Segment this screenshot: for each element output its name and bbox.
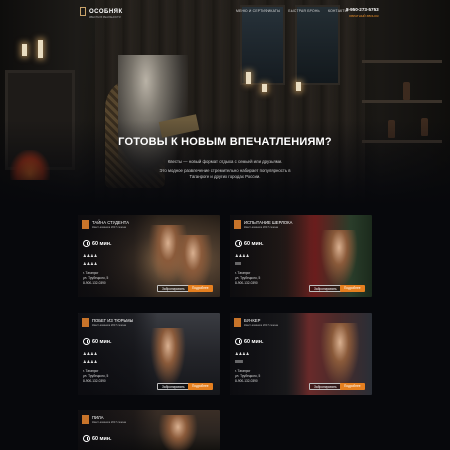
quest-duration: 60 мин.: [235, 240, 264, 247]
quest-subtitle: Квест-комната 2017 сезона: [92, 421, 127, 424]
candle: [38, 40, 43, 58]
book-button[interactable]: Забронировать: [157, 383, 190, 390]
details-button[interactable]: Подробнее: [188, 383, 213, 390]
quest-card[interactable]: ТАЙНА СТУДЕНТА Квест-комната 2017 сезона…: [78, 215, 220, 297]
candle: [246, 72, 251, 84]
quest-badge-icon: [82, 220, 89, 229]
nav-link-menu[interactable]: МЕНЮ И СЕРТИФИКАТЫ: [236, 9, 280, 13]
details-button[interactable]: Подробнее: [340, 285, 365, 292]
logo[interactable]: ОСОБНЯК: [80, 7, 123, 16]
top-nav: ОСОБНЯК КВЕСТЫ В РЕАЛЬНОСТИ МЕНЮ И СЕРТИ…: [0, 0, 450, 22]
logo-mark-icon: [80, 7, 86, 16]
nav-link-contacts[interactable]: КОНТАКТЫ: [328, 9, 348, 13]
quest-city: г. Таганрог: [235, 271, 251, 275]
logo-subtitle: КВЕСТЫ В РЕАЛЬНОСТИ: [89, 16, 121, 19]
quest-subtitle: Квест-комната 2017 сезона: [244, 226, 279, 229]
quest-badge-icon: [234, 318, 241, 327]
players-icons: ♟♟♟♟: [83, 351, 98, 356]
quest-card[interactable]: ПОБЕГ ИЗ ТЮРЬМЫ Квест-комната 2017 сезон…: [78, 313, 220, 395]
duration-text: 60 мин.: [92, 240, 112, 247]
callback-link[interactable]: ОБРАТНЫЙ ЗВОНОК: [349, 14, 379, 18]
duration-text: 60 мин.: [244, 240, 264, 247]
book-button[interactable]: Забронировать: [157, 285, 190, 292]
quest-subtitle: Квест-комната 2017 сезона: [244, 324, 279, 327]
phone-number[interactable]: 8-950-273-5753: [346, 7, 379, 12]
quest-duration: 60 мин.: [83, 435, 112, 442]
candle: [262, 84, 267, 92]
clock-icon: [83, 240, 90, 247]
quest-address: ул. Трубецкого, 5: [83, 374, 109, 378]
difficulty-icons: ⅡⅡⅡⅡ: [235, 359, 243, 364]
quest-city: г. Таганрог: [83, 271, 99, 275]
quest-title: ПИЛА: [92, 415, 104, 420]
quest-address: ул. Трубецкого, 5: [83, 276, 109, 280]
players-icons: ♟♟♟♟: [83, 253, 98, 258]
quest-badge-icon: [234, 220, 241, 229]
quest-card[interactable]: ПИЛА Квест-комната 2017 сезона 60 мин.: [78, 410, 220, 450]
quest-subtitle: Квест-комната 2017 сезона: [92, 226, 127, 229]
quest-title: ТАЙНА СТУДЕНТА: [92, 220, 129, 225]
duration-text: 60 мин.: [92, 435, 112, 442]
quest-phone: 8-900-132-0390: [235, 379, 258, 383]
details-button[interactable]: Подробнее: [188, 285, 213, 292]
quest-badge-icon: [82, 318, 89, 327]
clock-icon: [235, 338, 242, 345]
book-button[interactable]: Забронировать: [309, 285, 342, 292]
difficulty-icons: ⅡⅡⅡ: [235, 261, 241, 266]
quest-title: ИСПЫТАНИЕ ШЕРЛОКА: [244, 220, 293, 225]
clock-icon: [83, 435, 90, 442]
quest-city: г. Таганрог: [83, 369, 99, 373]
quest-city: г. Таганрог: [235, 369, 251, 373]
quest-address: ул. Трубецкого, 5: [235, 276, 261, 280]
quest-address: ул. Трубецкого, 5: [235, 374, 261, 378]
players-icons: ♟♟♟♟: [235, 253, 250, 258]
hero-title: ГОТОВЫ К НОВЫМ ВПЕЧАТЛЕНИЯМ?: [118, 136, 332, 148]
quest-title: БУНКЕР: [244, 318, 261, 323]
quest-phone: 8-900-132-0390: [235, 281, 258, 285]
duration-text: 60 мин.: [92, 338, 112, 345]
nav-link-quick-booking[interactable]: БЫСТРАЯ БРОНЬ: [288, 9, 320, 13]
difficulty-icons: ♟♟♟♟: [83, 261, 98, 266]
logo-text: ОСОБНЯК: [89, 8, 123, 15]
quest-title: ПОБЕГ ИЗ ТЮРЬМЫ: [92, 318, 134, 323]
difficulty-icons: ♟♟♟♟: [83, 359, 98, 364]
quest-card[interactable]: БУНКЕР Квест-комната 2017 сезона 60 мин.…: [230, 313, 372, 395]
quest-phone: 8-900-132-0390: [83, 281, 106, 285]
quest-phone: 8-900-132-0390: [83, 379, 106, 383]
hero-text: Квесты — новый формат отдыха с семьей ил…: [150, 159, 300, 183]
hero-text-line-2: Это модное развлечение стремительно наби…: [159, 168, 291, 179]
hero-text-line-1: Квесты — новый формат отдыха с семьей ил…: [167, 159, 283, 164]
quest-duration: 60 мин.: [83, 240, 112, 247]
bottle: [403, 82, 410, 100]
nav-links: МЕНЮ И СЕРТИФИКАТЫ БЫСТРАЯ БРОНЬ КОНТАКТ…: [236, 9, 348, 13]
candle: [296, 82, 301, 91]
players-icons: ♟♟♟♟: [235, 351, 250, 356]
quest-card[interactable]: ИСПЫТАНИЕ ШЕРЛОКА Квест-комната 2017 сез…: [230, 215, 372, 297]
clock-icon: [83, 338, 90, 345]
quest-duration: 60 мин.: [235, 338, 264, 345]
quest-badge-icon: [82, 415, 89, 424]
details-button[interactable]: Подробнее: [340, 383, 365, 390]
quest-duration: 60 мин.: [83, 338, 112, 345]
candle: [22, 44, 27, 56]
book-button[interactable]: Забронировать: [309, 383, 342, 390]
quest-subtitle: Квест-комната 2017 сезона: [92, 324, 127, 327]
duration-text: 60 мин.: [244, 338, 264, 345]
clock-icon: [235, 240, 242, 247]
